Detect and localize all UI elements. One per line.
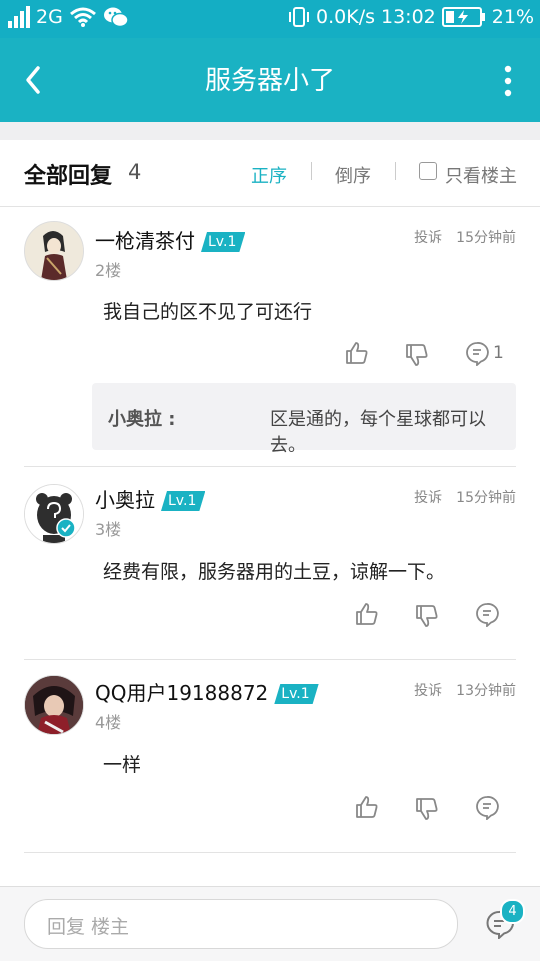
username[interactable]: 小奥拉 Lv.1 bbox=[95, 484, 205, 513]
section-gap bbox=[0, 122, 540, 140]
sub-reply-author[interactable]: 小奥拉 : bbox=[108, 405, 175, 431]
thumbs-down-icon[interactable] bbox=[404, 342, 430, 368]
sort-ascending-tab[interactable]: 正序 bbox=[251, 162, 287, 188]
page-title: 服务器小了 bbox=[204, 66, 335, 96]
bottom-reply-bar: 回复 楼主 4 bbox=[0, 886, 540, 961]
reply-input[interactable]: 回复 楼主 bbox=[24, 899, 458, 949]
wifi-icon bbox=[69, 7, 96, 27]
reply-header: 全部回复 4 正序 倒序 只看楼主 bbox=[0, 140, 540, 207]
report-link[interactable]: 投诉 bbox=[414, 683, 442, 699]
sort-descending-tab[interactable]: 倒序 bbox=[335, 162, 371, 188]
status-bar: 2G 0.0K/s 13:02 21% bbox=[0, 0, 540, 38]
username-text: 小奥拉 bbox=[95, 488, 155, 512]
report-link[interactable]: 投诉 bbox=[414, 490, 442, 506]
reply-content: 经费有限，服务器用的土豆，谅解一下。 bbox=[103, 561, 446, 583]
floor-number: 2楼 bbox=[95, 261, 122, 280]
avatar[interactable] bbox=[24, 675, 84, 735]
reply-meta: 投诉 15分钟前 bbox=[414, 227, 516, 247]
level-badge: Lv.1 bbox=[161, 491, 205, 511]
divider bbox=[24, 659, 516, 660]
thumbs-up-icon[interactable] bbox=[354, 601, 380, 627]
only-host-checkbox[interactable] bbox=[419, 162, 437, 180]
comment-icon[interactable] bbox=[464, 340, 490, 366]
thumbs-down-icon[interactable] bbox=[414, 603, 440, 629]
reply-count: 4 bbox=[128, 160, 142, 184]
username-text: QQ用户19188872 bbox=[95, 681, 269, 705]
signal-icon bbox=[8, 6, 30, 28]
report-link[interactable]: 投诉 bbox=[414, 230, 442, 246]
network-speed: 0.0K/s bbox=[316, 6, 375, 28]
reply-meta: 投诉 13分钟前 bbox=[414, 680, 516, 700]
level-badge: Lv.1 bbox=[201, 232, 245, 252]
sub-reply-content: 区是通的，每个星球都可以去。 bbox=[270, 409, 486, 456]
level-badge: Lv.1 bbox=[274, 684, 318, 704]
wechat-icon bbox=[103, 7, 129, 28]
comment-count-badge: 4 bbox=[500, 899, 525, 924]
comment-icon[interactable] bbox=[474, 794, 500, 820]
timestamp: 15分钟前 bbox=[456, 490, 516, 506]
avatar[interactable] bbox=[24, 221, 84, 281]
sub-reply[interactable]: 小奥拉 : 区是通的，每个星球都可以去。 bbox=[92, 383, 516, 456]
username-text: 一枪清茶付 bbox=[95, 229, 195, 253]
divider bbox=[395, 162, 396, 180]
battery-icon bbox=[441, 7, 485, 27]
avatar-image bbox=[25, 676, 83, 734]
timestamp: 15分钟前 bbox=[456, 230, 516, 246]
comment-count: 1 bbox=[493, 343, 504, 363]
comment-icon[interactable] bbox=[474, 601, 500, 627]
avatar-image bbox=[25, 222, 83, 280]
timestamp: 13分钟前 bbox=[456, 683, 516, 699]
reply-content: 一样 bbox=[103, 754, 142, 776]
thumbs-up-icon[interactable] bbox=[354, 794, 380, 820]
divider bbox=[311, 162, 312, 180]
username[interactable]: 一枪清茶付 Lv.1 bbox=[95, 225, 245, 254]
thumbs-up-icon[interactable] bbox=[344, 340, 370, 366]
only-host-label[interactable]: 只看楼主 bbox=[445, 162, 517, 188]
all-replies-title: 全部回复 bbox=[24, 164, 113, 189]
divider bbox=[24, 466, 516, 467]
network-type: 2G bbox=[36, 6, 63, 28]
reply-meta: 投诉 15分钟前 bbox=[414, 487, 516, 507]
vibrate-icon bbox=[289, 7, 310, 27]
verified-icon bbox=[56, 518, 76, 538]
username[interactable]: QQ用户19188872 Lv.1 bbox=[95, 677, 319, 706]
divider bbox=[24, 852, 516, 853]
app-bar: 服务器小了 bbox=[0, 38, 540, 122]
battery-level: 21% bbox=[491, 6, 534, 28]
clock: 13:02 bbox=[381, 6, 436, 28]
floor-number: 3楼 bbox=[95, 520, 122, 539]
reply-input-placeholder: 回复 楼主 bbox=[47, 916, 130, 938]
floor-number: 4楼 bbox=[95, 713, 122, 732]
thumbs-down-icon[interactable] bbox=[414, 796, 440, 822]
more-options-icon[interactable] bbox=[502, 64, 514, 98]
reply-content: 我自己的区不见了可还行 bbox=[103, 301, 313, 323]
